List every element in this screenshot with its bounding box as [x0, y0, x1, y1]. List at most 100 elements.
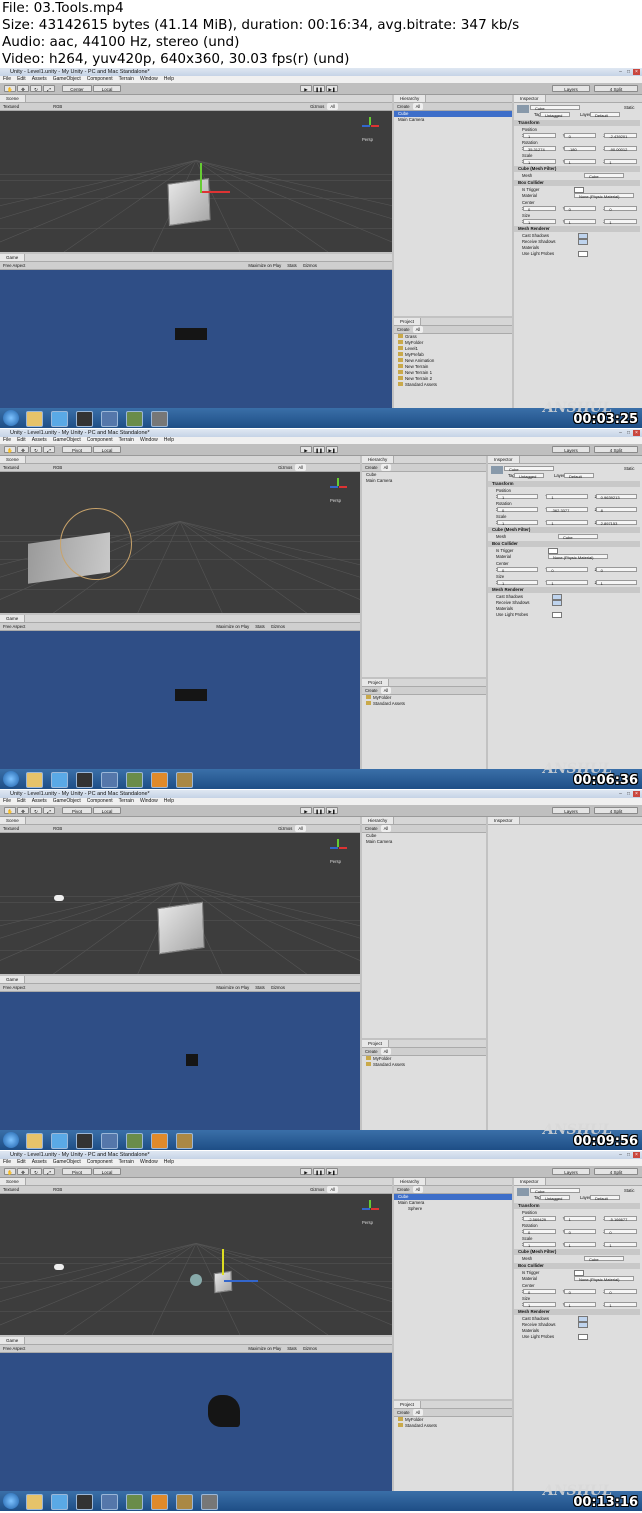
game-gizmos-dropdown[interactable]: Gizmos: [268, 984, 288, 991]
transform-component-header[interactable]: Transform: [514, 120, 640, 126]
pause-button[interactable]: ❚❚: [313, 85, 325, 92]
space-toggle-button[interactable]: Local: [93, 807, 121, 814]
scene-gizmos-dropdown[interactable]: Gizmos: [307, 1186, 327, 1193]
stats-toggle[interactable]: Stats: [284, 262, 300, 269]
material-field[interactable]: None (Physic Material): [574, 1276, 634, 1282]
tab-hierarchy[interactable]: Hierarchy: [362, 817, 395, 824]
mesh-field[interactable]: Cube: [584, 173, 624, 179]
mesh-renderer-component-header[interactable]: Mesh Renderer: [514, 226, 640, 232]
tab-hierarchy[interactable]: Hierarchy: [394, 1178, 427, 1185]
app-icon[interactable]: [176, 772, 193, 788]
space-toggle-button[interactable]: Local: [93, 446, 121, 453]
project-create-dropdown[interactable]: Create: [362, 1048, 381, 1055]
center-y-field[interactable]: 0: [563, 206, 597, 212]
menu-item-file[interactable]: File: [3, 76, 11, 82]
tab-game[interactable]: Game: [0, 1337, 26, 1344]
layer-dropdown[interactable]: Default: [590, 112, 620, 118]
media-player-icon[interactable]: [151, 1133, 168, 1149]
project-item[interactable]: Standard Assets: [362, 701, 486, 707]
size-x-field[interactable]: 1: [497, 580, 539, 586]
tab-game[interactable]: Game: [0, 254, 26, 261]
orientation-gizmo[interactable]: [362, 1200, 379, 1216]
close-icon[interactable]: ×: [633, 69, 640, 75]
tag-dropdown[interactable]: Untagged: [514, 473, 544, 479]
tab-inspector[interactable]: Inspector: [488, 456, 520, 463]
object-name-field[interactable]: Cube: [504, 466, 554, 472]
project-item[interactable]: Standard Assets: [394, 382, 512, 388]
scene-search-all[interactable]: All: [327, 103, 338, 110]
rgb-dropdown[interactable]: RGB: [50, 1186, 65, 1193]
people-icon[interactable]: [101, 1133, 118, 1149]
scale-z-field[interactable]: 1: [604, 159, 637, 165]
position-x-field[interactable]: 1: [497, 494, 539, 500]
position-y-field[interactable]: 1: [546, 494, 588, 500]
tab-game[interactable]: Game: [0, 976, 26, 983]
mesh-field[interactable]: Cube: [584, 1256, 624, 1262]
project-search-all[interactable]: All: [380, 1048, 392, 1055]
menu-item-help[interactable]: Help: [164, 1159, 174, 1165]
scale-y-field[interactable]: 1: [563, 1242, 597, 1248]
pivot-toggle-button[interactable]: Pivot: [62, 446, 92, 453]
rotation-x-field[interactable]: 0: [523, 1229, 556, 1235]
menu-item-assets[interactable]: Assets: [32, 437, 47, 443]
rotation-z-field[interactable]: -90.00012: [604, 146, 637, 152]
center-z-field[interactable]: 0: [595, 567, 637, 573]
game-view[interactable]: [0, 1353, 392, 1491]
menu-item-help[interactable]: Help: [164, 76, 174, 82]
pause-button[interactable]: ❚❚: [313, 807, 325, 814]
unity-icon[interactable]: [76, 772, 93, 788]
play-button[interactable]: ▶: [300, 1168, 312, 1175]
rotation-y-field[interactable]: -180: [563, 146, 597, 152]
rotate-icon[interactable]: ↻: [30, 446, 42, 453]
transform-component-header[interactable]: Transform: [514, 1203, 640, 1209]
step-button[interactable]: ▶❚: [326, 1168, 338, 1175]
scale-y-field[interactable]: 1: [563, 159, 597, 165]
mesh-filter-component-header[interactable]: Cube (Mesh Filter): [488, 527, 640, 533]
scene-gizmos-dropdown[interactable]: Gizmos: [275, 464, 295, 471]
game-view[interactable]: [0, 631, 360, 769]
material-field[interactable]: None (Physic Material): [548, 554, 608, 560]
tag-dropdown[interactable]: Untagged: [540, 1195, 570, 1201]
size-y-field[interactable]: 1: [546, 580, 588, 586]
receive-shadows-checkbox[interactable]: [552, 600, 562, 606]
transform-component-header[interactable]: Transform: [488, 481, 640, 487]
size-x-field[interactable]: 1: [523, 1302, 556, 1308]
box-collider-component-header[interactable]: Box Collider: [514, 1263, 640, 1269]
move-icon[interactable]: ✥: [17, 1168, 29, 1175]
box-collider-component-header[interactable]: Box Collider: [488, 541, 640, 547]
scene-view[interactable]: Persp: [0, 1194, 392, 1335]
game-gizmos-dropdown[interactable]: Gizmos: [300, 1345, 320, 1352]
tab-scene[interactable]: Scene: [0, 95, 26, 102]
menu-item-gameobject[interactable]: GameObject: [53, 798, 81, 804]
scale-z-field[interactable]: 1: [604, 1242, 637, 1248]
layer-dropdown[interactable]: Default: [564, 473, 594, 479]
pause-button[interactable]: ❚❚: [313, 446, 325, 453]
media-player-icon[interactable]: [151, 772, 168, 788]
people-icon[interactable]: [101, 772, 118, 788]
orientation-gizmo[interactable]: [330, 839, 347, 855]
center-y-field[interactable]: 0: [546, 567, 588, 573]
space-toggle-button[interactable]: Local: [93, 1168, 121, 1175]
rotation-gizmo[interactable]: [60, 508, 132, 580]
orientation-gizmo[interactable]: [362, 117, 379, 133]
tab-scene[interactable]: Scene: [0, 456, 26, 463]
hierarchy-item[interactable]: Main Camera: [394, 117, 512, 123]
rotation-z-field[interactable]: 0: [604, 1229, 637, 1235]
layers-dropdown[interactable]: Layers: [552, 1168, 590, 1175]
tab-inspector[interactable]: Inspector: [514, 95, 546, 102]
aspect-dropdown[interactable]: Free Aspect: [0, 262, 28, 269]
layer-dropdown[interactable]: Default: [590, 1195, 620, 1201]
project-search-all[interactable]: All: [412, 1409, 424, 1416]
folder-icon[interactable]: [26, 411, 43, 427]
tab-scene[interactable]: Scene: [0, 817, 26, 824]
scene-search-all[interactable]: All: [295, 464, 306, 471]
position-y-field[interactable]: 0: [563, 133, 597, 139]
camera-icon[interactable]: [151, 411, 168, 427]
game-view[interactable]: [0, 992, 360, 1130]
hierarchy-create-dropdown[interactable]: Create: [394, 103, 413, 110]
hierarchy-create-dropdown[interactable]: Create: [362, 825, 381, 832]
project-create-dropdown[interactable]: Create: [394, 1409, 413, 1416]
project-item[interactable]: Standard Assets: [394, 1423, 512, 1429]
scale-x-field[interactable]: 1: [523, 1242, 556, 1248]
scene-search-all[interactable]: All: [295, 825, 306, 832]
